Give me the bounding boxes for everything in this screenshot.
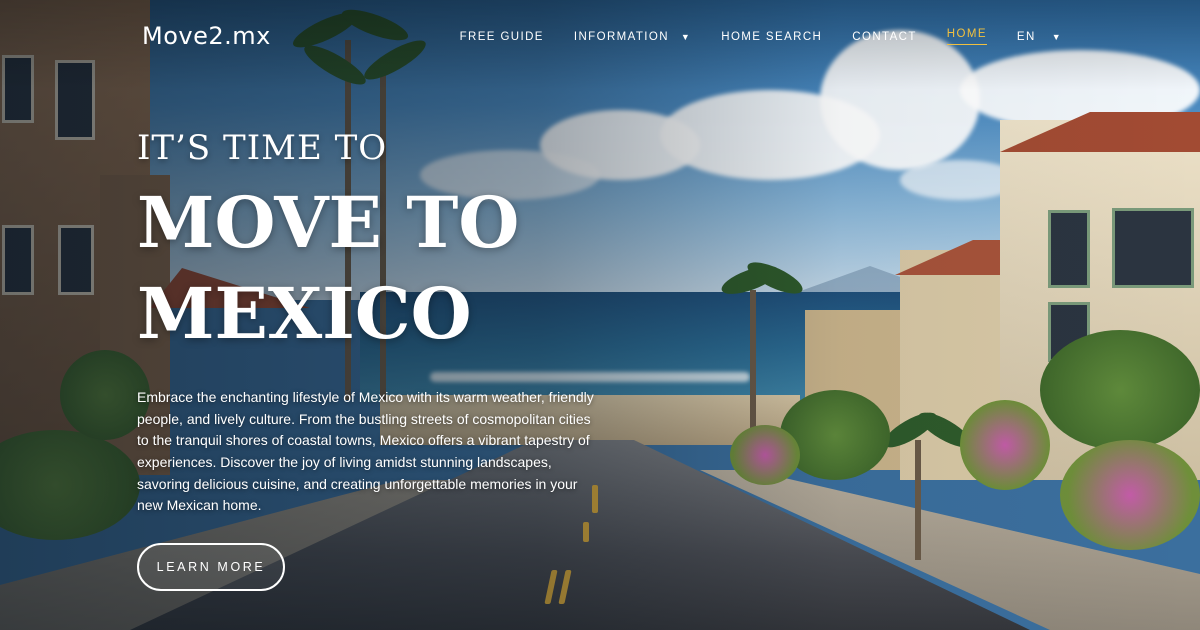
main-nav: FREE GUIDE INFORMATION ▼ HOME SEARCH CON… <box>430 28 1062 45</box>
chevron-down-icon: ▼ <box>1051 31 1062 42</box>
site-logo[interactable]: Move2.mx <box>142 22 271 50</box>
hero-kicker: IT’S TIME TO <box>137 128 388 168</box>
nav-item-information[interactable]: INFORMATION ▼ <box>574 31 691 43</box>
chevron-down-icon: ▼ <box>680 31 692 42</box>
nav-item-label: HOME <box>946 28 987 45</box>
nav-item-home-search[interactable]: HOME SEARCH <box>721 31 822 43</box>
language-label: EN <box>1016 30 1036 43</box>
learn-more-button[interactable]: LEARN MORE <box>137 543 285 591</box>
nav-item-label: HOME SEARCH <box>721 30 823 43</box>
hero-description: Embrace the enchanting lifestyle of Mexi… <box>137 389 594 514</box>
nav-item-contact[interactable]: CONTACT <box>852 31 917 43</box>
nav-item-label: INFORMATION <box>573 30 669 43</box>
hero-headline: MOVE TO MEXICO <box>137 177 607 359</box>
site-header: Move2.mx FREE GUIDE INFORMATION ▼ HOME S… <box>0 0 1200 72</box>
hero-headline-line: MEXICO <box>137 272 472 356</box>
hero-section: IT’S TIME TO MOVE TO MEXICO <box>137 128 607 359</box>
hero-headline-line: MOVE TO <box>137 181 520 265</box>
nav-item-free-guide[interactable]: FREE GUIDE <box>460 31 544 43</box>
nav-item-label: FREE GUIDE <box>459 30 544 43</box>
language-selector[interactable]: EN ▼ <box>1017 31 1062 43</box>
nav-item-home[interactable]: HOME <box>946 28 987 45</box>
nav-item-label: CONTACT <box>852 30 917 43</box>
